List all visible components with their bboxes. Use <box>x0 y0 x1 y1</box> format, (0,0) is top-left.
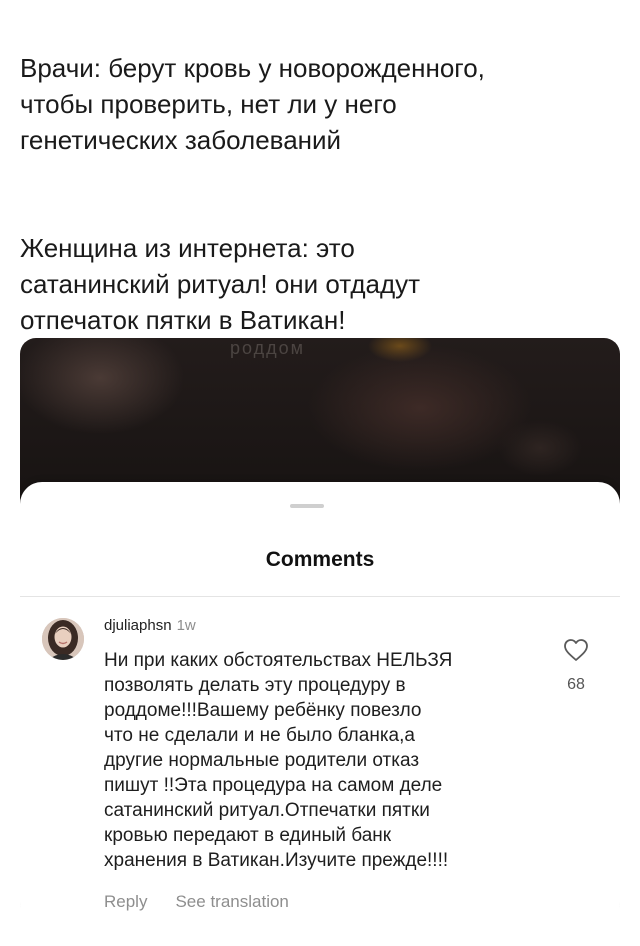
comment-line: другие нормальные родители отказ <box>104 750 420 771</box>
post-paragraph-doctors: Врачи: берут кровь у новорожденного, что… <box>20 53 485 155</box>
photo-watermark: роддом <box>230 338 306 358</box>
comment-text: Ни при каких обстоятельствах НЕЛЬЗЯ позв… <box>104 648 544 873</box>
drag-handle[interactable] <box>290 504 324 508</box>
comment-line: что не сделали и не было бланка,а <box>104 725 415 746</box>
comment-line: кровью передают в единый банк <box>104 825 392 846</box>
comments-sheet: Comments djuliaphsn 1w Ни при каких обсто… <box>20 482 620 918</box>
post-text: Врачи: берут кровь у новорожденного, что… <box>20 14 620 374</box>
comment-header: djuliaphsn 1w <box>104 617 196 634</box>
comment-line: пишут !!Эта процедура на самом деле <box>104 775 443 796</box>
heart-outline-icon[interactable] <box>563 638 589 662</box>
comment-line: позволять делать эту процедуру в <box>104 675 406 696</box>
divider <box>20 596 620 597</box>
comments-screenshot: роддом Comments djuliaphsn 1w Ни при каки… <box>20 338 620 918</box>
comment-line: сатанинский ритуал.Отпечатки пятки <box>104 800 430 821</box>
comment-line: хранения в Ватикан.Изучите прежде!!!! <box>104 850 449 871</box>
avatar-photo <box>42 618 84 660</box>
comment-username[interactable]: djuliaphsn <box>104 617 172 634</box>
comment-actions: Reply See translation <box>104 892 317 912</box>
see-translation-button[interactable]: See translation <box>175 892 288 911</box>
avatar[interactable] <box>42 618 84 660</box>
comment-line: роддоме!!!Вашему ребёнку повезло <box>104 700 422 721</box>
post-paragraph-woman: Женщина из интернета: это сатанинский ри… <box>20 233 421 335</box>
sheet-title: Comments <box>265 548 375 571</box>
like-area: 68 <box>556 638 596 694</box>
comment-time: 1w <box>176 617 196 634</box>
like-count: 68 <box>567 676 585 693</box>
comment-line: Ни при каких обстоятельствах НЕЛЬЗЯ <box>104 650 453 671</box>
reply-button[interactable]: Reply <box>104 892 147 911</box>
